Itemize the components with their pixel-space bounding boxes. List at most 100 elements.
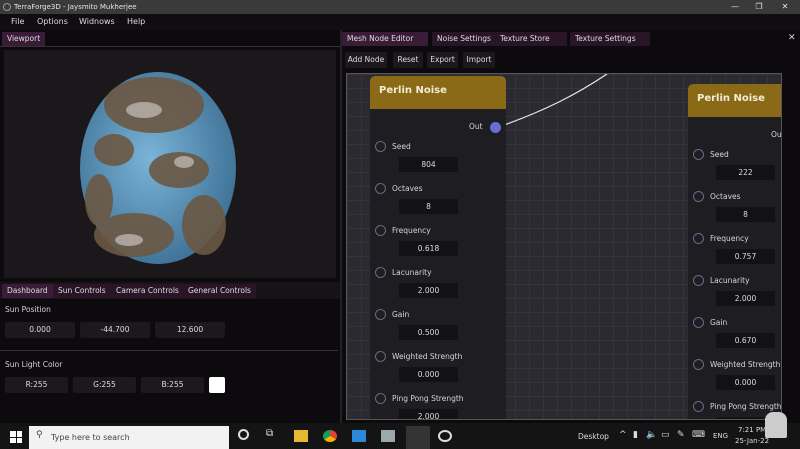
splitter[interactable] xyxy=(340,30,342,423)
close-icon[interactable]: ✕ xyxy=(788,33,796,43)
node-title[interactable]: Perlin Noise xyxy=(688,84,781,117)
close-window-button[interactable]: ✕ xyxy=(772,0,798,14)
divider xyxy=(0,46,340,47)
language-indicator[interactable]: ENG xyxy=(713,432,728,440)
clock-time[interactable]: 7:21 PM xyxy=(738,426,766,434)
field-value-input[interactable]: 0.000 xyxy=(399,367,458,382)
sun-position-y[interactable]: -44.700 xyxy=(80,322,150,338)
out-label: Out xyxy=(771,130,782,139)
field-value-input[interactable]: 8 xyxy=(399,199,458,214)
webcam-overlay xyxy=(765,412,787,438)
add-node-button[interactable]: Add Node xyxy=(345,52,387,68)
out-label: Out xyxy=(469,122,483,131)
sun-light-color-label: Sun Light Color xyxy=(5,360,63,369)
input-pin[interactable] xyxy=(693,149,704,160)
input-pin[interactable] xyxy=(693,401,704,412)
network-icon[interactable]: ▭ xyxy=(661,430,670,440)
perlin-noise-node[interactable]: Perlin Noise Out Seed 804 Octaves 8 Frequency 0… xyxy=(370,76,506,419)
input-pin[interactable] xyxy=(375,267,386,278)
chevron-up-icon[interactable]: ^ xyxy=(619,430,627,440)
keyboard-icon[interactable]: ⌨ xyxy=(692,430,705,440)
pen-icon[interactable]: ✎ xyxy=(677,430,685,440)
input-pin[interactable] xyxy=(693,317,704,328)
field-value-input[interactable]: 2.000 xyxy=(716,291,775,306)
input-pin[interactable] xyxy=(693,275,704,286)
taskbar-search-input[interactable]: Type here to search xyxy=(29,426,229,449)
terraforge-taskbar-icon[interactable] xyxy=(406,426,430,449)
input-pin[interactable] xyxy=(375,351,386,362)
import-button[interactable]: Import xyxy=(463,52,495,68)
menu-windows[interactable]: Widnows xyxy=(79,17,115,26)
export-button[interactable]: Export xyxy=(427,52,458,68)
tab-texture-settings[interactable]: Texture Settings xyxy=(570,32,650,46)
field-value-input[interactable]: 0.618 xyxy=(399,241,458,256)
chrome-icon[interactable] xyxy=(323,430,337,442)
field-label: Ping Pong Strength xyxy=(392,394,464,403)
node-editor-canvas[interactable]: Perlin Noise Out Seed 804 Octaves 8 Frequency 0… xyxy=(346,73,782,420)
reset-button[interactable]: Reset xyxy=(393,52,423,68)
field-label: Frequency xyxy=(710,234,749,243)
color-swatch[interactable] xyxy=(209,377,225,393)
tab-camera-controls[interactable]: Camera Controls xyxy=(111,284,184,298)
field-label: Gain xyxy=(710,318,728,327)
tab-sun-controls[interactable]: Sun Controls xyxy=(53,284,111,298)
sun-color-g[interactable]: G:255 xyxy=(73,377,136,393)
file-explorer-icon[interactable] xyxy=(294,430,308,442)
obs-icon[interactable] xyxy=(438,430,452,442)
tab-noise-settings[interactable]: Noise Settings xyxy=(432,32,496,46)
tab-general-controls[interactable]: General Controls xyxy=(183,284,256,298)
input-pin[interactable] xyxy=(693,233,704,244)
field-value-input[interactable]: 2.000 xyxy=(399,409,458,419)
volume-icon[interactable]: 🔈 xyxy=(646,430,657,440)
minimize-button[interactable]: — xyxy=(722,0,748,14)
sun-position-label: Sun Position xyxy=(5,305,51,314)
desktop-toolbar[interactable]: Desktop xyxy=(578,432,609,441)
sun-color-b[interactable]: B:255 xyxy=(141,377,204,393)
field-value-input[interactable]: 0.000 xyxy=(716,375,775,390)
task-view-icon[interactable]: ⧉ xyxy=(266,428,273,439)
field-label: Seed xyxy=(710,150,729,159)
field-value-input[interactable]: 222 xyxy=(716,165,775,180)
menu-help[interactable]: Help xyxy=(127,17,145,26)
tab-mesh-node-editor[interactable]: Mesh Node Editor xyxy=(342,32,428,46)
divider xyxy=(0,350,338,351)
field-value-input[interactable]: 0.757 xyxy=(716,249,775,264)
sun-color-r[interactable]: R:255 xyxy=(5,377,68,393)
field-label: Lacunarity xyxy=(710,276,750,285)
menu-file[interactable]: File xyxy=(11,17,24,26)
input-pin[interactable] xyxy=(375,225,386,236)
sun-position-z[interactable]: 12.600 xyxy=(155,322,225,338)
input-pin[interactable] xyxy=(693,359,704,370)
tab-texture-store[interactable]: Texture Store xyxy=(495,32,567,46)
clock-date[interactable]: 25-Jan-22 xyxy=(735,437,769,445)
windows-start-icon[interactable] xyxy=(10,431,22,443)
input-pin[interactable] xyxy=(375,183,386,194)
perlin-noise-node[interactable]: Perlin Noise Out Seed 222 Octaves 8 Frequency 0… xyxy=(688,84,782,419)
viewport-3d[interactable] xyxy=(4,50,336,278)
field-label: Seed xyxy=(392,142,411,151)
maximize-button[interactable]: ❐ xyxy=(746,0,772,14)
app-icon[interactable] xyxy=(381,430,395,442)
input-pin[interactable] xyxy=(693,191,704,202)
menu-options[interactable]: Options xyxy=(37,17,68,26)
input-pin[interactable] xyxy=(375,309,386,320)
mail-icon[interactable] xyxy=(352,430,366,442)
sun-position-x[interactable]: 0.000 xyxy=(5,322,75,338)
search-icon: ⚲ xyxy=(36,430,43,440)
tab-dashboard[interactable]: Dashboard xyxy=(2,284,53,298)
field-value-input[interactable]: 0.670 xyxy=(716,333,775,348)
node-title[interactable]: Perlin Noise xyxy=(370,76,506,109)
title-bar: TerraForge3D - Jaysmito Mukherjee — ❐ ✕ xyxy=(0,0,800,14)
field-value-input[interactable]: 0.500 xyxy=(399,325,458,340)
window-title: TerraForge3D - Jaysmito Mukherjee xyxy=(14,3,137,11)
input-pin[interactable] xyxy=(375,141,386,152)
cortana-icon[interactable] xyxy=(238,429,249,440)
field-value-input[interactable]: 8 xyxy=(716,207,775,222)
input-pin[interactable] xyxy=(375,393,386,404)
output-pin[interactable] xyxy=(490,122,501,133)
tab-viewport[interactable]: Viewport xyxy=(2,32,46,46)
field-value-input[interactable]: 2.000 xyxy=(399,283,458,298)
field-label: Gain xyxy=(392,310,410,319)
microphone-icon[interactable]: ▮ xyxy=(633,430,638,440)
field-value-input[interactable]: 804 xyxy=(399,157,458,172)
